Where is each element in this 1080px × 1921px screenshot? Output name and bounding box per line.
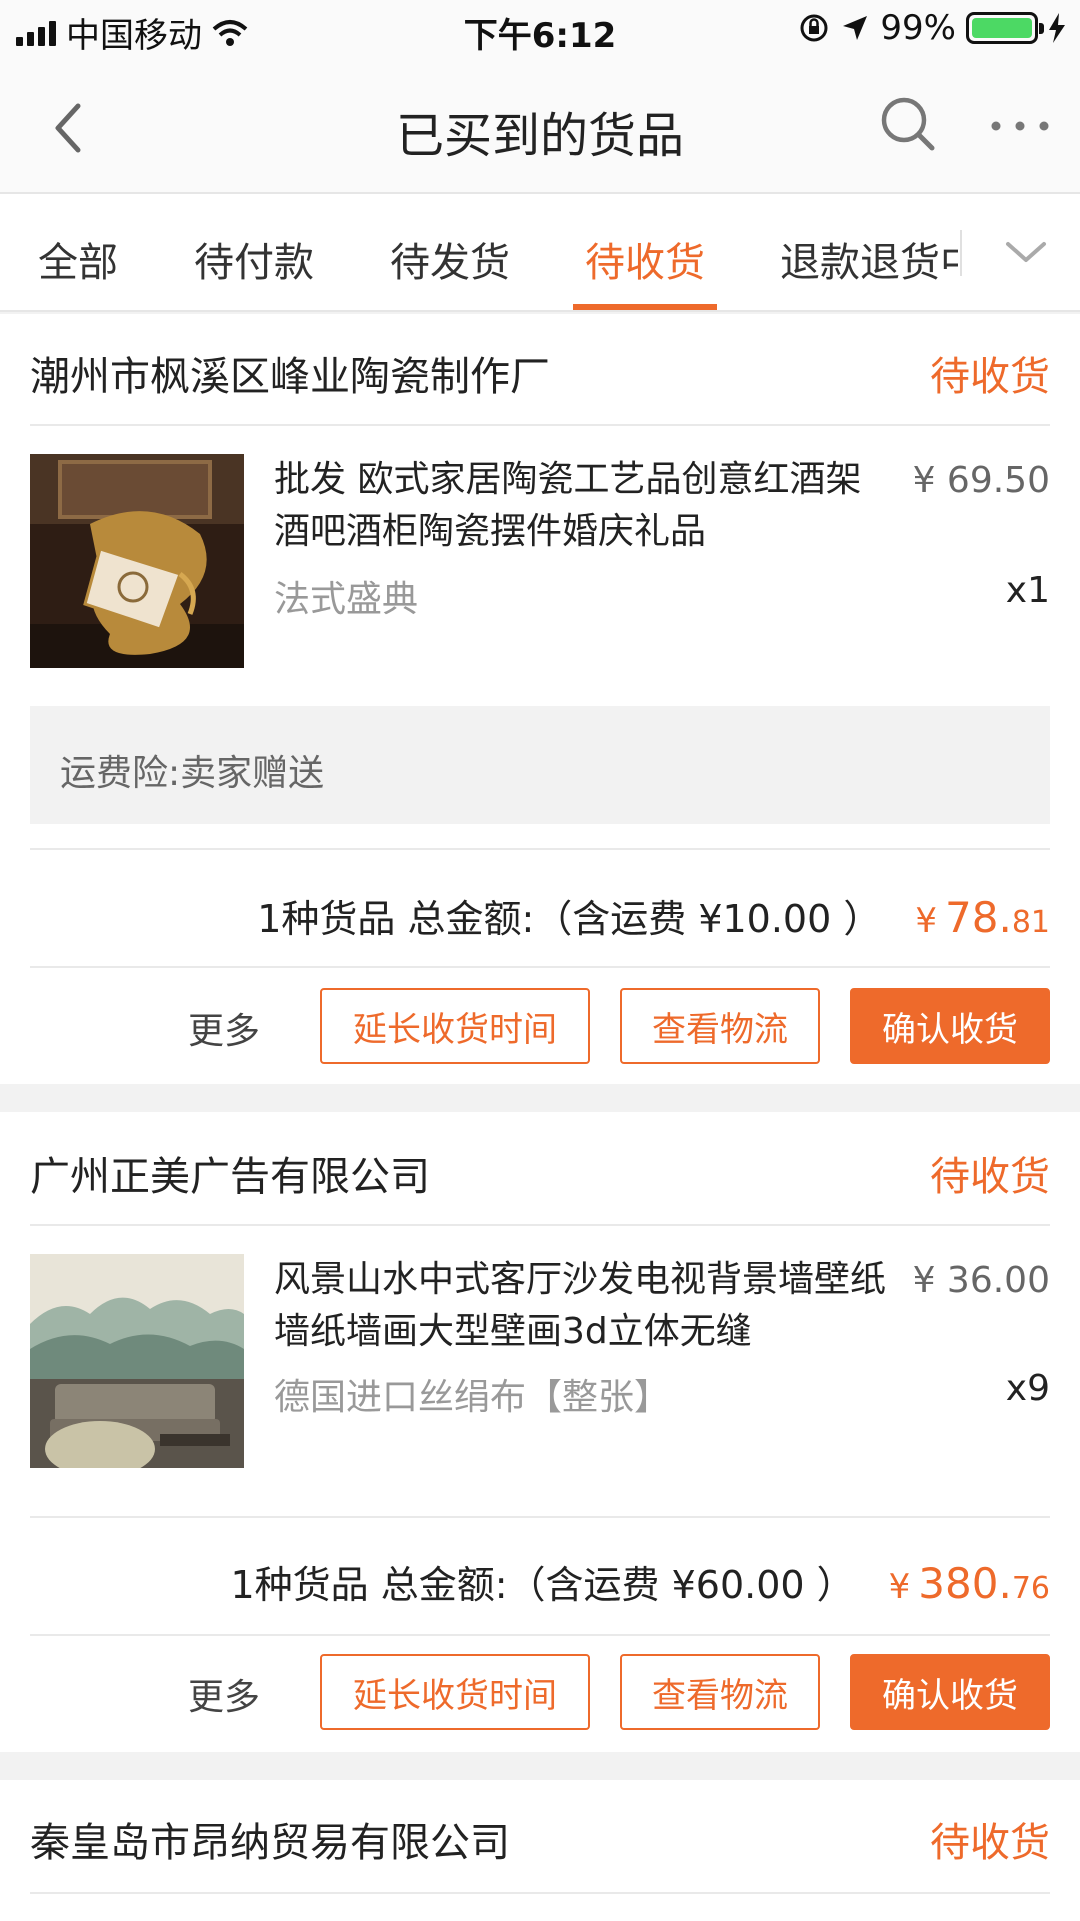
battery-icon [966, 12, 1044, 44]
charging-bolt-icon [1049, 13, 1065, 43]
tab-pending-payment[interactable]: 待付款 [194, 230, 314, 288]
product-spec: 德国进口丝绢布【整张】 [274, 1377, 671, 1418]
total-cents: 76 [1011, 1571, 1050, 1606]
shipping-insurance-text: 运费险:卖家赠送 [60, 753, 325, 794]
order-summary: 1种货品 总金额:（含运费 ¥60.00 ） ¥ 380. 76 [230, 1554, 1050, 1609]
divider [30, 1634, 1050, 1636]
product-title[interactable]: 风景山水中式客厅沙发电视背景墙壁纸墙纸墙画大型壁画3d立体无缝 [274, 1254, 894, 1358]
total-cents: 81 [1011, 905, 1050, 940]
tab-refund-clip: 退款退货中 [780, 194, 958, 310]
tab-all[interactable]: 全部 [38, 230, 118, 288]
shop-name[interactable]: 秦皇岛市昂纳贸易有限公司 [30, 1810, 510, 1868]
tab-pending-shipment[interactable]: 待发货 [390, 230, 510, 288]
divider [30, 1892, 1050, 1894]
more-button[interactable]: 更多 [188, 1668, 260, 1720]
product-quantity: x1 [1005, 570, 1050, 611]
tab-refund[interactable]: 退款退货中 [780, 230, 958, 288]
order-status: 待收货 [930, 1154, 1050, 1200]
confirm-receipt-button[interactable]: 确认收货 [850, 1654, 1050, 1730]
product-thumbnail[interactable] [30, 1254, 244, 1468]
product-title[interactable]: 批发 欧式家居陶瓷工艺品创意红酒架 酒吧酒柜陶瓷摆件婚庆礼品 [274, 454, 894, 558]
shipping-insurance-banner: 运费险:卖家赠送 [30, 706, 1050, 824]
divider [30, 424, 1050, 426]
view-logistics-button[interactable]: 查看物流 [620, 1654, 820, 1730]
view-logistics-button[interactable]: 查看物流 [620, 988, 820, 1064]
divider [30, 848, 1050, 850]
product-price: ¥ 69.50 [912, 460, 1050, 501]
currency-symbol: ¥ [888, 1567, 911, 1607]
order-tabs: 全部 待付款 待发货 待收货 退款退货中 [0, 194, 1080, 312]
product-quantity: x9 [1005, 1368, 1050, 1409]
extend-receipt-button[interactable]: 延长收货时间 [320, 1654, 590, 1730]
divider [30, 1516, 1050, 1518]
total-amount: 380. [918, 1559, 1012, 1608]
summary-text: 1种货品 总金额:（含运费 ¥10.00 ） [257, 897, 882, 941]
confirm-receipt-button[interactable]: 确认收货 [850, 988, 1050, 1064]
more-dots-icon[interactable] [990, 120, 1050, 132]
order-card: 秦皇岛市昂纳贸易有限公司 待收货 [0, 1780, 1080, 1921]
summary-text: 1种货品 总金额:（含运费 ¥60.00 ） [230, 1563, 855, 1607]
search-icon[interactable] [878, 94, 938, 154]
nav-bar: 已买到的货品 [0, 58, 1080, 194]
order-summary: 1种货品 总金额:（含运费 ¥10.00 ） ¥ 78. 81 [257, 888, 1050, 943]
product-spec: 法式盛典 [274, 579, 419, 620]
location-arrow-icon [843, 16, 868, 40]
divider [30, 1224, 1050, 1226]
total-amount: 78. [945, 893, 1012, 942]
order-card: 广州正美广告有限公司 待收货 风景山水中式客厅沙发电视背景墙壁纸墙纸墙画大型壁画… [0, 1112, 1080, 1752]
active-tab-indicator [573, 304, 717, 310]
status-bar-right: 99% [798, 8, 1066, 48]
shop-name[interactable]: 潮州市枫溪区峰业陶瓷制作厂 [30, 344, 550, 402]
order-status: 待收货 [930, 354, 1050, 400]
order-status: 待收货 [930, 1820, 1050, 1866]
shop-name[interactable]: 广州正美广告有限公司 [30, 1144, 430, 1202]
battery-percent: 99% [880, 8, 956, 48]
order-card: 潮州市枫溪区峰业陶瓷制作厂 待收货 批发 欧式家居陶瓷工艺品创意红酒架 酒吧酒柜… [0, 314, 1080, 1084]
tab-pending-receipt[interactable]: 待收货 [585, 230, 705, 288]
extend-receipt-button[interactable]: 延长收货时间 [320, 988, 590, 1064]
currency-symbol: ¥ [915, 901, 938, 941]
chevron-down-icon[interactable] [1004, 236, 1048, 268]
orientation-lock-icon [800, 14, 828, 42]
product-price: ¥ 36.00 [912, 1260, 1050, 1301]
more-button[interactable]: 更多 [188, 1002, 260, 1054]
product-thumbnail[interactable] [30, 454, 244, 668]
status-bar: 中国移动 下午6:12 99% [0, 0, 1080, 58]
tab-divider [960, 230, 962, 276]
divider [30, 966, 1050, 968]
